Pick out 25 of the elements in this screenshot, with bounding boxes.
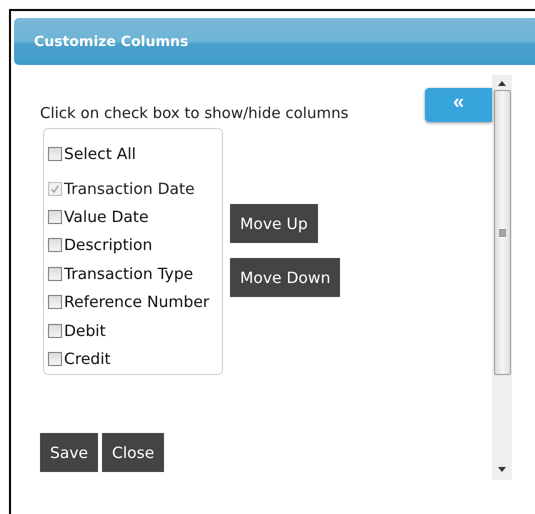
instruction-text: Click on check box to show/hide columns — [40, 104, 348, 122]
scroll-down-icon[interactable] — [498, 467, 506, 472]
checkbox-label: Reference Number — [64, 293, 210, 312]
checkbox-label: Credit — [64, 350, 111, 368]
checkbox[interactable] — [48, 352, 62, 366]
checkbox[interactable] — [48, 210, 62, 224]
checkbox[interactable] — [48, 238, 62, 252]
checkbox[interactable] — [48, 324, 62, 338]
checkbox[interactable] — [48, 147, 62, 162]
save-button[interactable]: Save — [40, 433, 98, 472]
dialog-title: Customize Columns — [34, 34, 188, 50]
checkbox-label: Transaction Type — [64, 264, 194, 283]
checkbox-label: Select All — [64, 145, 136, 164]
close-button[interactable]: Close — [102, 433, 164, 472]
move-down-button[interactable]: Move Down — [230, 258, 340, 297]
checkbox-label: Transaction Date — [64, 180, 195, 198]
checkbox-label: Value Date — [64, 208, 149, 226]
scroll-up-icon[interactable] — [498, 81, 506, 86]
checkbox-label: Description — [64, 236, 152, 254]
checkbox[interactable] — [48, 266, 62, 281]
scrollbar[interactable] — [492, 75, 512, 480]
checkbox[interactable] — [48, 295, 62, 310]
move-up-button[interactable]: Move Up — [230, 204, 318, 243]
scroll-thumb[interactable] — [494, 90, 510, 375]
checkbox-label: Debit — [64, 322, 106, 340]
